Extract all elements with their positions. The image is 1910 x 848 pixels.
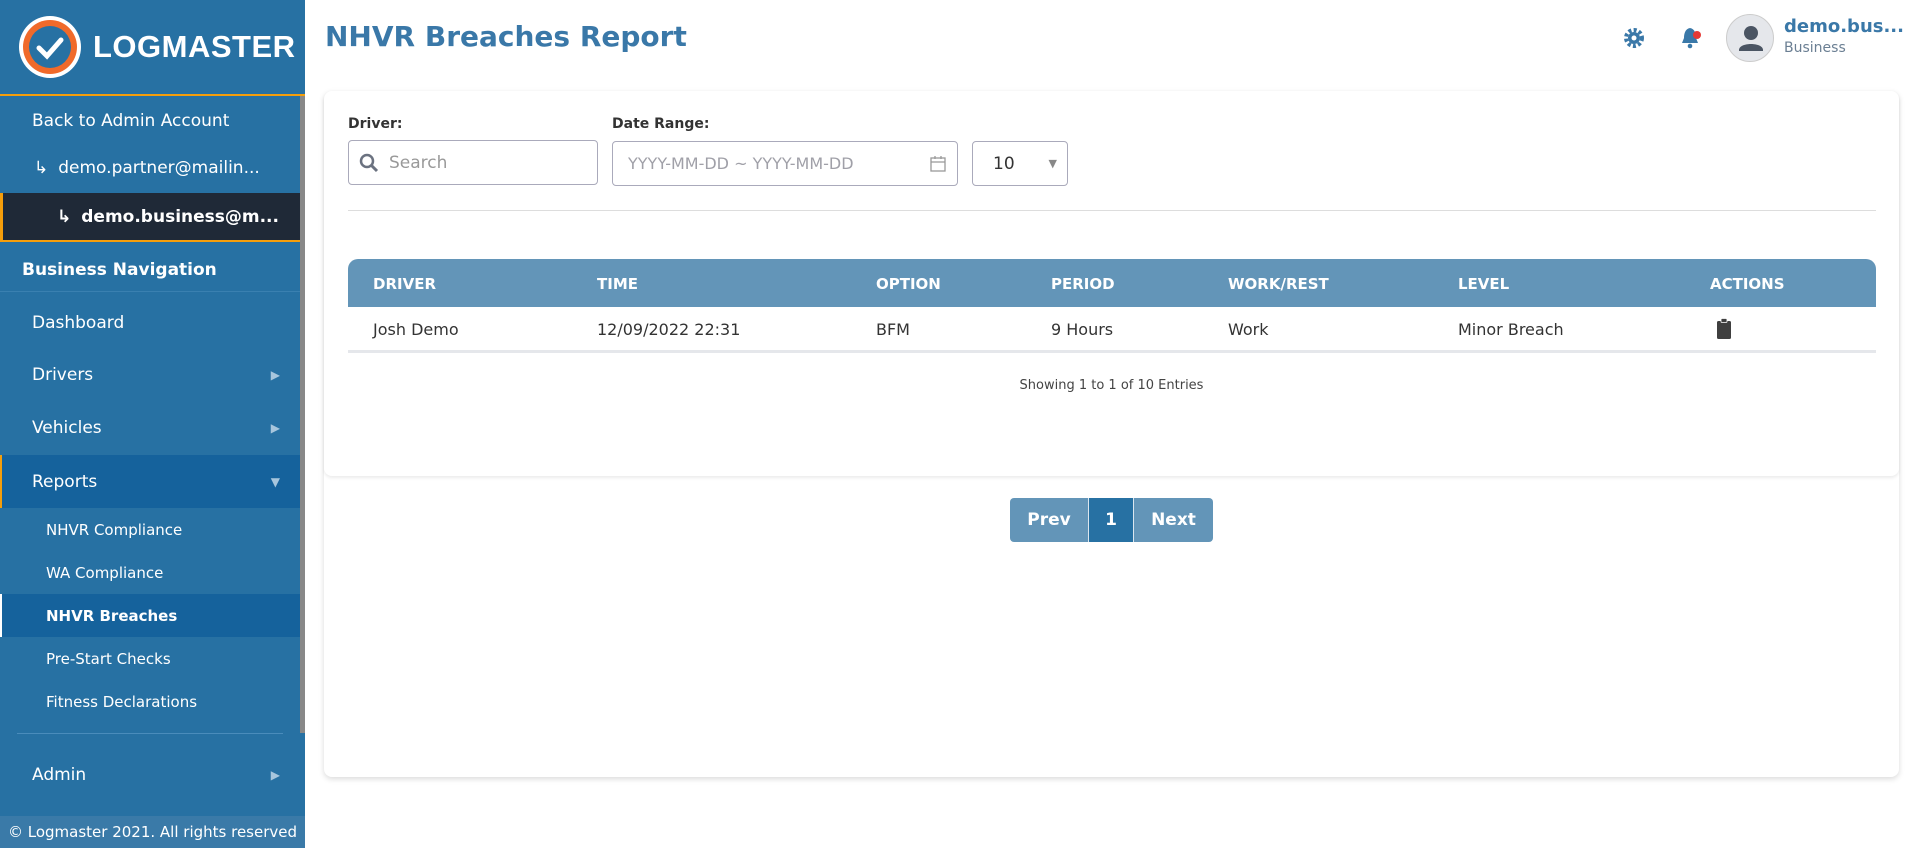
sidebar-subitem-wa-compliance[interactable]: WA Compliance xyxy=(0,551,300,594)
page-1-button[interactable]: 1 xyxy=(1088,498,1134,542)
back-label: Back to Admin Account xyxy=(32,111,230,131)
section-label: Business Navigation xyxy=(22,259,217,280)
arrow-icon: ↳ xyxy=(57,206,72,227)
sidebar-footer: © Logmaster 2021. All rights reserved xyxy=(0,816,305,848)
page-title: NHVR Breaches Report xyxy=(325,20,687,53)
pagination-info: Showing 1 to 1 of 10 Entries xyxy=(1019,378,1204,393)
item-label: Drivers xyxy=(32,365,94,385)
cell-time: 12/09/2022 22:31 xyxy=(597,320,741,339)
clipboard-icon[interactable] xyxy=(1716,318,1732,340)
arrow-icon: ↳ xyxy=(34,158,49,178)
driver-search-placeholder: Search xyxy=(389,152,448,173)
item-label: Reports xyxy=(32,471,98,492)
cell-work-rest: Work xyxy=(1228,320,1269,339)
item-label: Fitness Declarations xyxy=(46,692,198,711)
cell-period: 9 Hours xyxy=(1051,320,1114,339)
notification-bell-icon[interactable] xyxy=(1679,25,1705,55)
date-range-label: Date Range: xyxy=(612,116,710,132)
cell-driver: Josh Demo xyxy=(373,320,459,339)
sidebar-item-vehicles[interactable]: Vehicles ▶ xyxy=(0,406,300,450)
chevron-right-icon: ▶ xyxy=(270,368,280,382)
driver-label: Driver: xyxy=(348,116,403,132)
item-label: Dashboard xyxy=(32,313,125,333)
cell-level: Minor Breach xyxy=(1458,320,1564,339)
column-header-time[interactable]: TIME xyxy=(597,275,638,293)
sidebar-divider xyxy=(17,733,283,734)
business-navigation-heading: Business Navigation xyxy=(0,248,300,292)
back-to-admin-link[interactable]: Back to Admin Account xyxy=(0,98,300,144)
table-row: Josh Demo 12/09/2022 22:31 BFM 9 Hours W… xyxy=(348,307,1876,353)
item-label: NHVR Breaches xyxy=(46,606,178,625)
sidebar-item-reports[interactable]: Reports ▼ xyxy=(0,455,300,508)
report-card: Driver: Search Date Range: YYYY-MM-DD ~ … xyxy=(324,91,1899,777)
sidebar-subitem-nhvr-breaches[interactable]: NHVR Breaches xyxy=(0,594,300,637)
business-label: demo.business@m... xyxy=(81,206,279,227)
item-label: NHVR Compliance xyxy=(46,520,183,539)
page-size-value: 10 xyxy=(993,153,1015,174)
column-header-option[interactable]: OPTION xyxy=(876,275,941,293)
column-header-driver[interactable]: DRIVER xyxy=(373,275,436,293)
column-header-actions: ACTIONS xyxy=(1710,275,1785,293)
chevron-right-icon: ▶ xyxy=(270,768,280,782)
business-account-link[interactable]: ↳ demo.business@m... xyxy=(0,193,300,242)
sidebar-item-admin[interactable]: Admin ▶ xyxy=(0,753,300,797)
chevron-down-icon: ▼ xyxy=(270,474,280,489)
date-range-input[interactable]: YYYY-MM-DD ~ YYYY-MM-DD xyxy=(612,141,958,186)
prev-page-button[interactable]: Prev xyxy=(1010,498,1088,542)
sidebar-item-drivers[interactable]: Drivers ▶ xyxy=(0,353,300,397)
partner-account-link[interactable]: ↳ demo.partner@mailin... xyxy=(0,144,300,192)
sidebar-subitem-pre-start-checks[interactable]: Pre-Start Checks xyxy=(0,637,300,680)
column-header-period[interactable]: PERIOD xyxy=(1051,275,1115,293)
column-header-work-rest[interactable]: WORK/REST xyxy=(1228,275,1329,293)
user-role: Business xyxy=(1784,40,1846,56)
calendar-icon xyxy=(930,155,946,172)
column-header-level[interactable]: LEVEL xyxy=(1458,275,1509,293)
brand-name: LOGMASTER xyxy=(93,29,296,64)
filter-divider xyxy=(348,210,1876,211)
settings-gear-icon[interactable] xyxy=(1622,26,1646,54)
item-label: Admin xyxy=(32,765,87,785)
user-name[interactable]: demo.bus... xyxy=(1784,16,1904,37)
sidebar-item-dashboard[interactable]: Dashboard xyxy=(0,301,300,345)
logmaster-clock-icon xyxy=(19,16,81,78)
sidebar-subitem-nhvr-compliance[interactable]: NHVR Compliance xyxy=(0,508,300,551)
page-size-select[interactable]: 10 ▼ xyxy=(972,141,1068,186)
table-header: DRIVER TIME OPTION PERIOD WORK/REST LEVE… xyxy=(348,259,1876,307)
avatar[interactable] xyxy=(1726,14,1774,62)
search-icon xyxy=(359,153,379,172)
item-label: Pre-Start Checks xyxy=(46,649,171,668)
partner-label: demo.partner@mailin... xyxy=(58,158,260,178)
logo[interactable]: LOGMASTER xyxy=(0,0,305,96)
next-page-button[interactable]: Next xyxy=(1134,498,1213,542)
date-range-placeholder: YYYY-MM-DD ~ YYYY-MM-DD xyxy=(628,154,854,173)
sidebar-scrollbar[interactable] xyxy=(300,96,305,733)
sidebar-subitem-fitness-declarations[interactable]: Fitness Declarations xyxy=(0,680,300,723)
item-label: Vehicles xyxy=(32,418,102,438)
chevron-right-icon: ▶ xyxy=(270,421,280,435)
cell-option: BFM xyxy=(876,320,910,339)
chevron-down-icon: ▼ xyxy=(1048,157,1057,170)
user-icon xyxy=(1739,26,1763,51)
item-label: WA Compliance xyxy=(46,563,164,582)
sidebar: LOGMASTER Back to Admin Account ↳ demo.pa… xyxy=(0,0,305,848)
driver-search-input[interactable]: Search xyxy=(348,140,598,185)
